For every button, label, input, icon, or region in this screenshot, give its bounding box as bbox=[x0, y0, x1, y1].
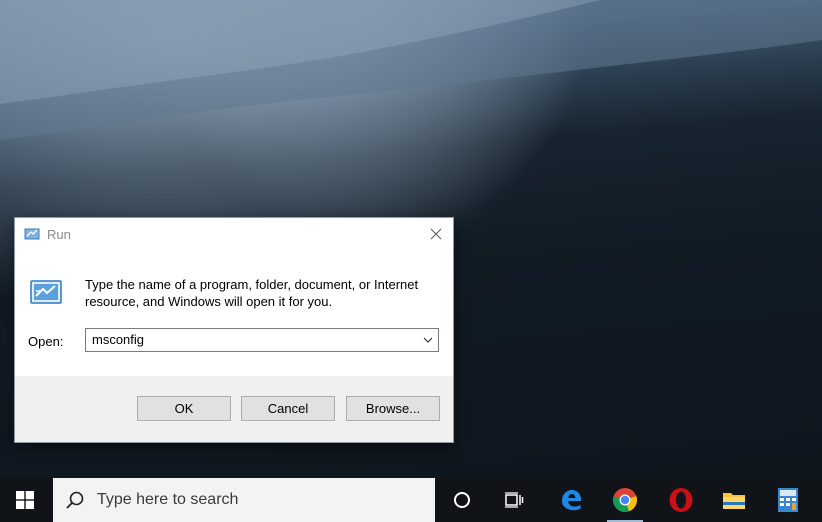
calculator-taskbar-button[interactable] bbox=[762, 478, 814, 522]
search-icon bbox=[66, 491, 84, 509]
dialog-description: Type the name of a program, folder, docu… bbox=[85, 277, 419, 309]
mountain-ridge bbox=[0, 0, 822, 140]
windows-start-icon bbox=[16, 491, 34, 509]
search-placeholder: Type here to search bbox=[97, 491, 239, 508]
chrome-icon bbox=[612, 488, 637, 512]
ok-button[interactable]: OK bbox=[137, 396, 231, 421]
edge-taskbar-button[interactable] bbox=[545, 478, 597, 522]
start-button[interactable] bbox=[0, 478, 50, 522]
cortana-button[interactable] bbox=[436, 478, 488, 522]
cancel-button[interactable]: Cancel bbox=[241, 396, 335, 421]
opera-icon bbox=[669, 488, 693, 512]
dialog-title: Run bbox=[47, 227, 71, 242]
close-button[interactable] bbox=[419, 218, 453, 250]
chevron-down-icon bbox=[423, 337, 433, 343]
dialog-titlebar[interactable]: Run bbox=[15, 218, 453, 250]
open-label: Open: bbox=[28, 334, 64, 349]
task-view-icon bbox=[505, 492, 524, 508]
combo-dropdown-button[interactable] bbox=[418, 329, 438, 351]
file-explorer-icon bbox=[723, 493, 745, 509]
file-explorer-taskbar-button[interactable] bbox=[708, 478, 760, 522]
open-input[interactable]: msconfig bbox=[92, 332, 144, 347]
taskbar-search-box[interactable]: Type here to search bbox=[53, 478, 435, 522]
browse-button[interactable]: Browse... bbox=[346, 396, 440, 421]
taskbar: Type here to search bbox=[0, 478, 822, 522]
dialog-button-bar: OK Cancel Browse... bbox=[15, 376, 453, 442]
run-icon bbox=[24, 227, 40, 241]
task-view-button[interactable] bbox=[488, 478, 540, 522]
chrome-taskbar-button[interactable] bbox=[599, 478, 651, 522]
calculator-icon bbox=[778, 488, 798, 512]
run-dialog: Run Type the name of a program, folder, … bbox=[14, 217, 454, 443]
cortana-icon bbox=[454, 492, 470, 508]
edge-icon bbox=[562, 490, 581, 511]
open-combobox[interactable]: msconfig bbox=[85, 328, 439, 352]
opera-taskbar-button[interactable] bbox=[655, 478, 707, 522]
close-icon bbox=[430, 228, 442, 240]
run-program-icon bbox=[28, 278, 64, 306]
